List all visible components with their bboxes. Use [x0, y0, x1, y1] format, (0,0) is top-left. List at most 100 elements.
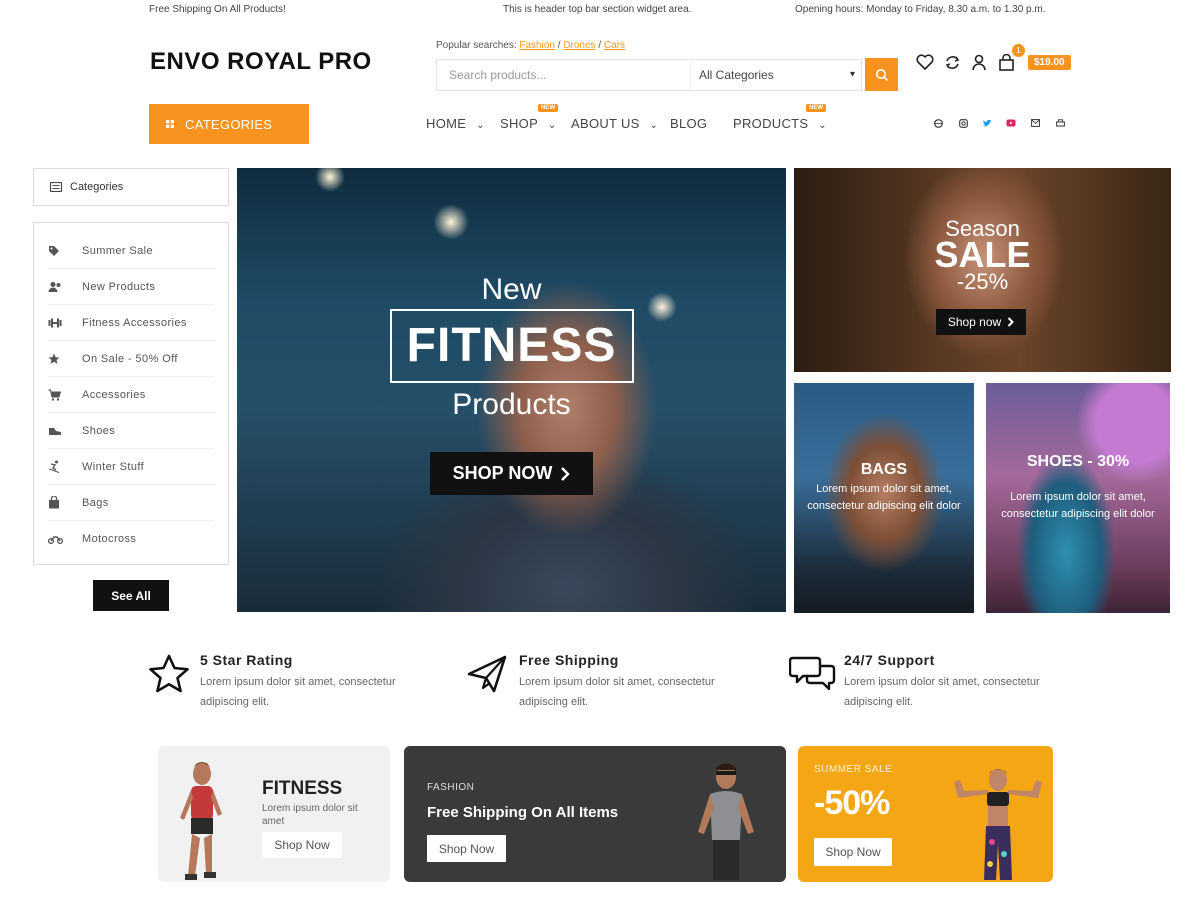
refresh-icon — [945, 55, 959, 69]
shopping-bag-icon — [998, 53, 1014, 71]
users-icon — [48, 281, 82, 293]
promo-card-fashion[interactable]: FASHION Free Shipping On All Items Shop … — [404, 746, 786, 882]
model-image — [698, 763, 754, 880]
card-title: -50% — [814, 784, 890, 822]
card-shop-now-button[interactable]: Shop Now — [814, 838, 892, 866]
shoe-icon — [48, 426, 82, 436]
sale-shop-now-button[interactable]: Shop now — [936, 309, 1026, 335]
hero-title: FITNESS — [406, 319, 617, 372]
bags-desc: Lorem ipsum dolor sit amet, consectetur … — [807, 483, 961, 512]
star-icon — [48, 353, 82, 365]
sale-shop-now-label: Shop now — [947, 315, 1002, 329]
globe-icon[interactable] — [933, 118, 943, 128]
category-select[interactable]: All Categories ▾ — [691, 60, 861, 90]
feature-desc: Lorem ipsum dolor sit amet, consectetur … — [844, 676, 1040, 708]
feature-title: 5 Star Rating — [200, 652, 293, 668]
categories-button[interactable]: CATEGORIES — [149, 104, 309, 144]
account-button[interactable] — [969, 52, 989, 72]
nav-item-home-label: HOME — [426, 116, 467, 131]
promo-card-summer-sale[interactable]: SUMMER SALE -50% Shop Now — [798, 746, 1053, 882]
sidebar-category-list: Summer Sale New Products Fitness Accesso… — [33, 222, 229, 565]
light-decoration — [315, 168, 345, 192]
chevron-down-icon: ⌄ — [649, 120, 659, 131]
sidebar-item-label: Bags — [82, 496, 109, 509]
hero-line1: New — [481, 273, 542, 306]
cart-count-badge: 1 — [1012, 44, 1025, 57]
see-all-button[interactable]: See All — [93, 580, 169, 611]
print-icon[interactable] — [1055, 118, 1065, 128]
search-bar: Search products... All Categories ▾ — [436, 59, 862, 91]
sidebar-item-summer-sale[interactable]: Summer Sale — [48, 233, 214, 269]
wishlist-button[interactable] — [915, 52, 935, 72]
cart-icon — [48, 389, 82, 401]
promo-card-fitness[interactable]: FITNESS Lorem ipsum dolor sit amet Shop … — [158, 746, 390, 882]
sidebar-item-label: New Products — [82, 280, 156, 293]
topbar-shipping-text: Free Shipping On All Products! — [149, 4, 286, 15]
menu-icon — [166, 120, 174, 128]
categories-button-label: CATEGORIES — [185, 116, 273, 132]
card-kicker: SUMMER SALE — [814, 764, 893, 775]
chevron-down-icon: ▾ — [849, 69, 855, 80]
sidebar-item-new-products[interactable]: New Products — [48, 269, 214, 305]
sidebar-categories-header[interactable]: Categories — [33, 168, 229, 206]
sidebar-categories-title: Categories — [70, 181, 124, 193]
popular-link-fashion[interactable]: Fashion — [519, 40, 555, 51]
sidebar-item-fitness-accessories[interactable]: Fitness Accessories — [48, 305, 214, 341]
nav-item-blog[interactable]: BLOG — [670, 116, 707, 131]
category-select-value: All Categories — [699, 68, 774, 82]
shoes-desc: Lorem ipsum dolor sit amet, consectetur … — [1001, 491, 1155, 520]
nav-item-shop-label: SHOP — [500, 116, 538, 131]
feature-desc: Lorem ipsum dolor sit amet, consectetur … — [519, 676, 715, 708]
hero-shop-now-button[interactable]: SHOP NOW — [430, 452, 593, 495]
bags-title: BAGS — [860, 461, 908, 478]
sidebar-item-label: Winter Stuff — [82, 460, 145, 473]
sidebar-item-label: Accessories — [82, 388, 146, 401]
dumbbell-icon — [48, 318, 82, 328]
sidebar-item-on-sale[interactable]: On Sale - 50% Off — [48, 341, 214, 377]
sidebar-item-accessories[interactable]: Accessories — [48, 377, 214, 413]
feature-desc: Lorem ipsum dolor sit amet, consectetur … — [200, 676, 396, 708]
card-shop-now-button[interactable]: Shop Now — [262, 832, 342, 858]
card-desc: Lorem ipsum dolor sit amet — [262, 803, 358, 827]
youtube-icon[interactable] — [1006, 118, 1016, 128]
bags-banner[interactable]: BAGS Lorem ipsum dolor sit amet, consect… — [794, 383, 974, 613]
feature-title: Free Shipping — [519, 652, 619, 668]
chat-icon — [789, 656, 836, 691]
cart-total-badge[interactable]: $19.00 — [1028, 55, 1071, 70]
sidebar-item-winter-stuff[interactable]: Winter Stuff — [48, 449, 214, 485]
shoes-banner[interactable]: SHOES - 30% Lorem ipsum dolor sit amet, … — [986, 383, 1170, 613]
nav-item-products[interactable]: PRODUCTS ⌄ — [733, 116, 827, 131]
twitter-icon[interactable] — [982, 118, 992, 128]
sidebar-item-bags[interactable]: Bags — [48, 485, 214, 521]
email-icon[interactable] — [1030, 118, 1040, 128]
search-button[interactable] — [865, 58, 898, 91]
hero-banner[interactable]: New FITNESS Products SHOP NOW — [237, 168, 786, 612]
light-decoration — [433, 204, 469, 240]
sidebar-item-label: Shoes — [82, 424, 116, 437]
nav-item-about[interactable]: ABOUT US ⌄ — [571, 116, 658, 131]
sidebar-item-shoes[interactable]: Shoes — [48, 413, 214, 449]
sidebar-item-motocross[interactable]: Motocross — [48, 521, 214, 557]
site-logo[interactable]: ENVO ROYAL PRO — [150, 48, 372, 76]
popular-link-drones[interactable]: Drones — [563, 40, 595, 51]
bag-icon — [48, 496, 82, 509]
card-kicker: FASHION — [427, 782, 475, 793]
list-icon — [50, 182, 62, 192]
tag-icon — [48, 245, 82, 257]
shoes-title: SHOES - 30% — [1026, 453, 1130, 470]
search-input[interactable]: Search products... — [437, 60, 691, 90]
chevron-right-icon — [1007, 317, 1015, 327]
chevron-down-icon: ⌄ — [818, 120, 827, 131]
nav-item-shop[interactable]: SHOP ⌄ — [500, 116, 556, 131]
nav-item-about-label: ABOUT US — [571, 116, 640, 131]
season-sale-banner[interactable]: Season SALE -25% Shop now — [794, 168, 1171, 372]
instagram-icon[interactable] — [958, 118, 968, 128]
popular-link-cars[interactable]: Cars — [604, 40, 625, 51]
chevron-right-icon — [561, 466, 571, 481]
compare-button[interactable] — [942, 52, 962, 72]
topbar-widget-text: This is header top bar section widget ar… — [503, 4, 692, 15]
heart-icon — [916, 54, 934, 70]
card-shop-now-button[interactable]: Shop Now — [427, 835, 506, 862]
nav-item-home[interactable]: HOME ⌄ — [426, 116, 485, 131]
flexing-woman-image — [954, 769, 1042, 880]
